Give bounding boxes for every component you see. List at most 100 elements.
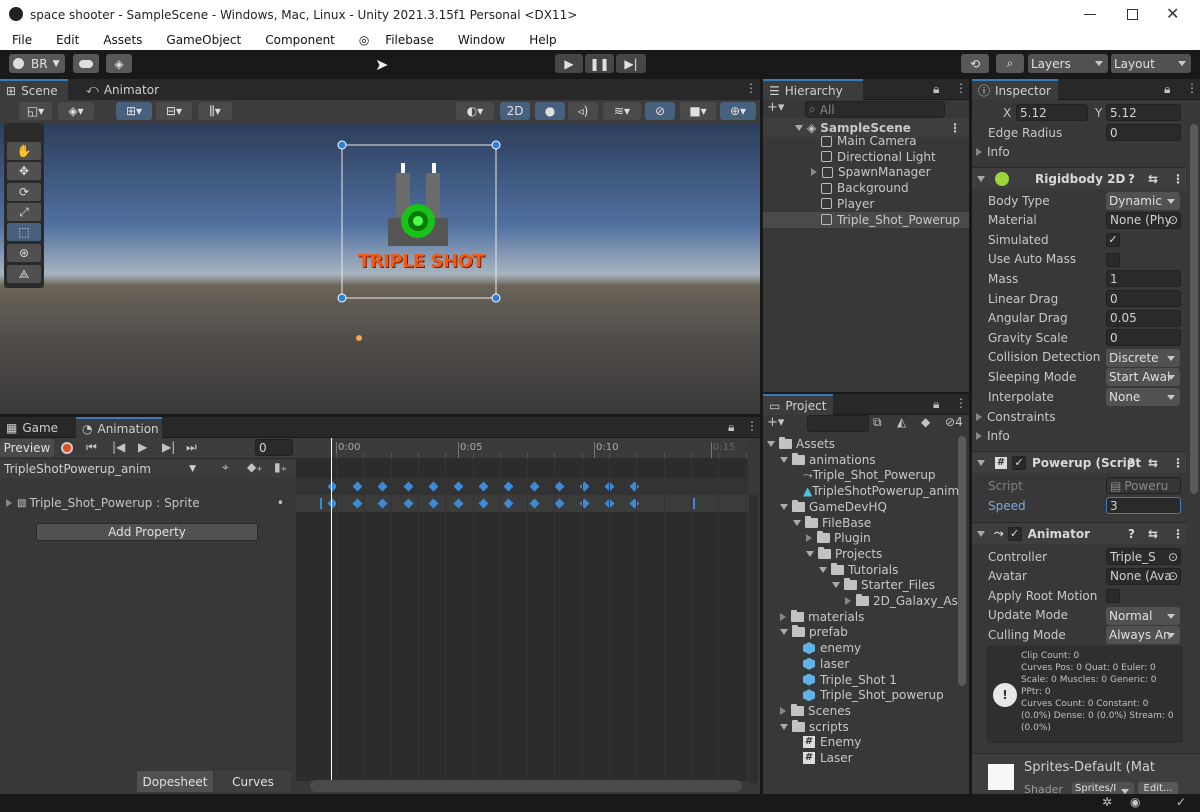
gizmos-button[interactable]: ⊕▾ bbox=[720, 102, 756, 120]
keyframe[interactable] bbox=[352, 498, 363, 509]
search-button[interactable]: ⌕ bbox=[996, 54, 1024, 73]
first-key-icon[interactable]: ⏮ bbox=[86, 440, 97, 455]
lighting-button[interactable]: ● bbox=[535, 102, 565, 120]
layers-dropdown[interactable]: Layers bbox=[1028, 54, 1108, 73]
project-item[interactable]: Triple_Shot_powerup bbox=[793, 687, 944, 703]
expand-icon[interactable] bbox=[811, 168, 817, 177]
rigidbody-field-value[interactable]: 0 bbox=[1106, 329, 1181, 347]
tag-icon[interactable]: ◆ bbox=[921, 415, 930, 429]
audio-button[interactable]: ◃) bbox=[568, 102, 598, 120]
mode-2d-button[interactable]: 2D bbox=[500, 102, 530, 120]
add-property-button[interactable]: Add Property bbox=[36, 523, 258, 541]
rigidbody-info-foldout[interactable]: Info bbox=[976, 426, 1010, 445]
keyframe[interactable] bbox=[403, 481, 414, 492]
project-item[interactable]: Plugin bbox=[806, 530, 871, 546]
object-picker-icon[interactable]: ⊙ bbox=[1168, 569, 1178, 583]
curves-tab[interactable]: Curves bbox=[215, 771, 291, 792]
scene-viewport[interactable]: TRIPLE SHOT ✋ ✥ ⟳ ⤢ ⬚ ⊛ ⟁ bbox=[0, 123, 760, 414]
project-item[interactable]: Scenes bbox=[780, 703, 851, 719]
keyframe[interactable] bbox=[478, 498, 489, 509]
timeline-area[interactable]: 0:00 0:05 0:10 0:15 bbox=[296, 438, 748, 781]
menu-item-help[interactable]: Help bbox=[517, 33, 568, 47]
hierarchy-item[interactable]: Main Camera bbox=[763, 133, 969, 149]
snap-button[interactable]: ⊞▾ bbox=[116, 102, 152, 120]
project-item[interactable]: Triple_Shot 1 bbox=[793, 672, 897, 688]
rigidbody-field-dropdown[interactable]: None bbox=[1106, 388, 1180, 406]
collapse-icon[interactable] bbox=[793, 519, 801, 526]
edge-radius-field[interactable]: 0 bbox=[1106, 124, 1181, 141]
rigidbody-field-dropdown[interactable]: Dynamic bbox=[1106, 192, 1180, 210]
keyframe[interactable] bbox=[403, 498, 414, 509]
draw-mode-button[interactable]: ◱▾ bbox=[19, 102, 52, 120]
project-search[interactable] bbox=[807, 415, 869, 432]
menu-item-edit[interactable]: Edit bbox=[44, 33, 91, 47]
keyframe[interactable] bbox=[428, 498, 439, 509]
history-button[interactable]: ⟲ bbox=[961, 54, 989, 73]
component-menu-icon[interactable]: ⋮ bbox=[1172, 527, 1184, 541]
help-icon[interactable]: ? bbox=[1128, 527, 1135, 541]
expand-icon[interactable] bbox=[780, 612, 786, 621]
rotate-tool[interactable]: ⟳ bbox=[7, 183, 41, 201]
filter-label-icon[interactable]: ◭ bbox=[897, 415, 906, 429]
keyframe[interactable] bbox=[453, 481, 464, 492]
project-item[interactable]: Assets bbox=[767, 436, 835, 452]
rigidbody-header[interactable]: Rigidbody 2D ? ⇆ ⋮ bbox=[972, 167, 1186, 189]
expand-icon[interactable] bbox=[806, 534, 812, 543]
rigidbody-field-dropdown[interactable]: Start Awal bbox=[1106, 368, 1180, 387]
hierarchy-item[interactable]: Triple_Shot_Powerup bbox=[763, 211, 969, 228]
project-item[interactable]: animations bbox=[780, 452, 876, 468]
camera-button[interactable]: ■▾ bbox=[680, 102, 716, 120]
collapse-icon[interactable] bbox=[819, 566, 827, 573]
property-row[interactable]: ▧ Triple_Shot_Powerup : Sprite • bbox=[0, 494, 296, 512]
last-key-icon[interactable]: ⏭ bbox=[186, 440, 197, 455]
collapse-icon[interactable] bbox=[780, 723, 788, 730]
render-mode-button[interactable]: ◐▾ bbox=[456, 102, 494, 120]
keyframe[interactable] bbox=[554, 481, 565, 492]
event-marker-icon[interactable]: ▮₊ bbox=[274, 460, 287, 474]
frame-input[interactable]: 0 bbox=[255, 439, 293, 456]
keyframe[interactable] bbox=[428, 481, 439, 492]
grid-snap-button[interactable]: ⊟▾ bbox=[156, 102, 192, 120]
tab-hierarchy[interactable]: ☰ Hierarchy bbox=[763, 79, 863, 100]
hidden-packages-icon[interactable]: ⊘4 bbox=[945, 415, 963, 429]
collider-info-foldout[interactable]: Info bbox=[976, 142, 1010, 161]
create-button[interactable]: +▾ bbox=[767, 415, 784, 430]
inspector-vscroll[interactable] bbox=[1190, 124, 1198, 494]
size-y-field[interactable]: 5.12 bbox=[1106, 104, 1181, 121]
tab-inspector[interactable]: ⓘ Inspector bbox=[972, 79, 1058, 100]
keyframe[interactable] bbox=[453, 498, 464, 509]
tab-game[interactable]: ▦ Game bbox=[0, 417, 72, 438]
preview-button[interactable]: Preview bbox=[0, 439, 54, 457]
component-menu-icon[interactable]: ⋮ bbox=[1172, 172, 1184, 186]
prev-key-icon[interactable]: |◀ bbox=[112, 440, 125, 454]
playhead[interactable] bbox=[331, 438, 332, 781]
keyframe[interactable] bbox=[377, 498, 388, 509]
project-item[interactable]: Projects bbox=[806, 546, 882, 562]
effects-button[interactable]: ≋▾ bbox=[603, 102, 641, 120]
ruler-button[interactable]: ⫼▾ bbox=[198, 102, 232, 120]
account-dropdown[interactable]: BR ▼ bbox=[9, 54, 65, 73]
project-item[interactable]: ▲ TripleShotPowerup_anim bbox=[793, 483, 959, 499]
next-key-icon[interactable]: ▶| bbox=[162, 440, 175, 454]
project-item[interactable]: FileBase bbox=[793, 515, 871, 531]
project-item[interactable]: scripts bbox=[780, 719, 849, 735]
preset-icon[interactable]: ⇆ bbox=[1148, 456, 1158, 470]
project-item[interactable]: ⤳ Triple_Shot_Powerup bbox=[793, 467, 936, 483]
animator-field-dropdown[interactable]: Normal bbox=[1106, 606, 1180, 625]
clip-dropdown[interactable]: TripleShotPowerup_anim ▼ bbox=[0, 460, 200, 478]
step-button[interactable]: ▶| bbox=[616, 54, 646, 73]
lock-icon[interactable]: 🔒︎ bbox=[933, 82, 939, 97]
play-button[interactable]: ▶ bbox=[555, 54, 583, 73]
expand-icon[interactable] bbox=[845, 597, 851, 605]
filter-type-icon[interactable]: ⧉ bbox=[873, 415, 882, 430]
project-item[interactable]: # Laser bbox=[793, 750, 853, 766]
property-options-icon[interactable]: • bbox=[277, 496, 284, 510]
project-item[interactable]: materials bbox=[780, 609, 864, 625]
keyframe[interactable] bbox=[478, 481, 489, 492]
animator-field-checkbox[interactable] bbox=[1106, 589, 1120, 604]
hierarchy-item[interactable]: Player bbox=[763, 196, 969, 212]
collapse-icon[interactable] bbox=[780, 503, 788, 510]
close-icon[interactable]: ✕ bbox=[1166, 4, 1179, 23]
keyframe[interactable] bbox=[529, 498, 540, 509]
add-event-icon[interactable]: ◆₊ bbox=[247, 460, 263, 474]
